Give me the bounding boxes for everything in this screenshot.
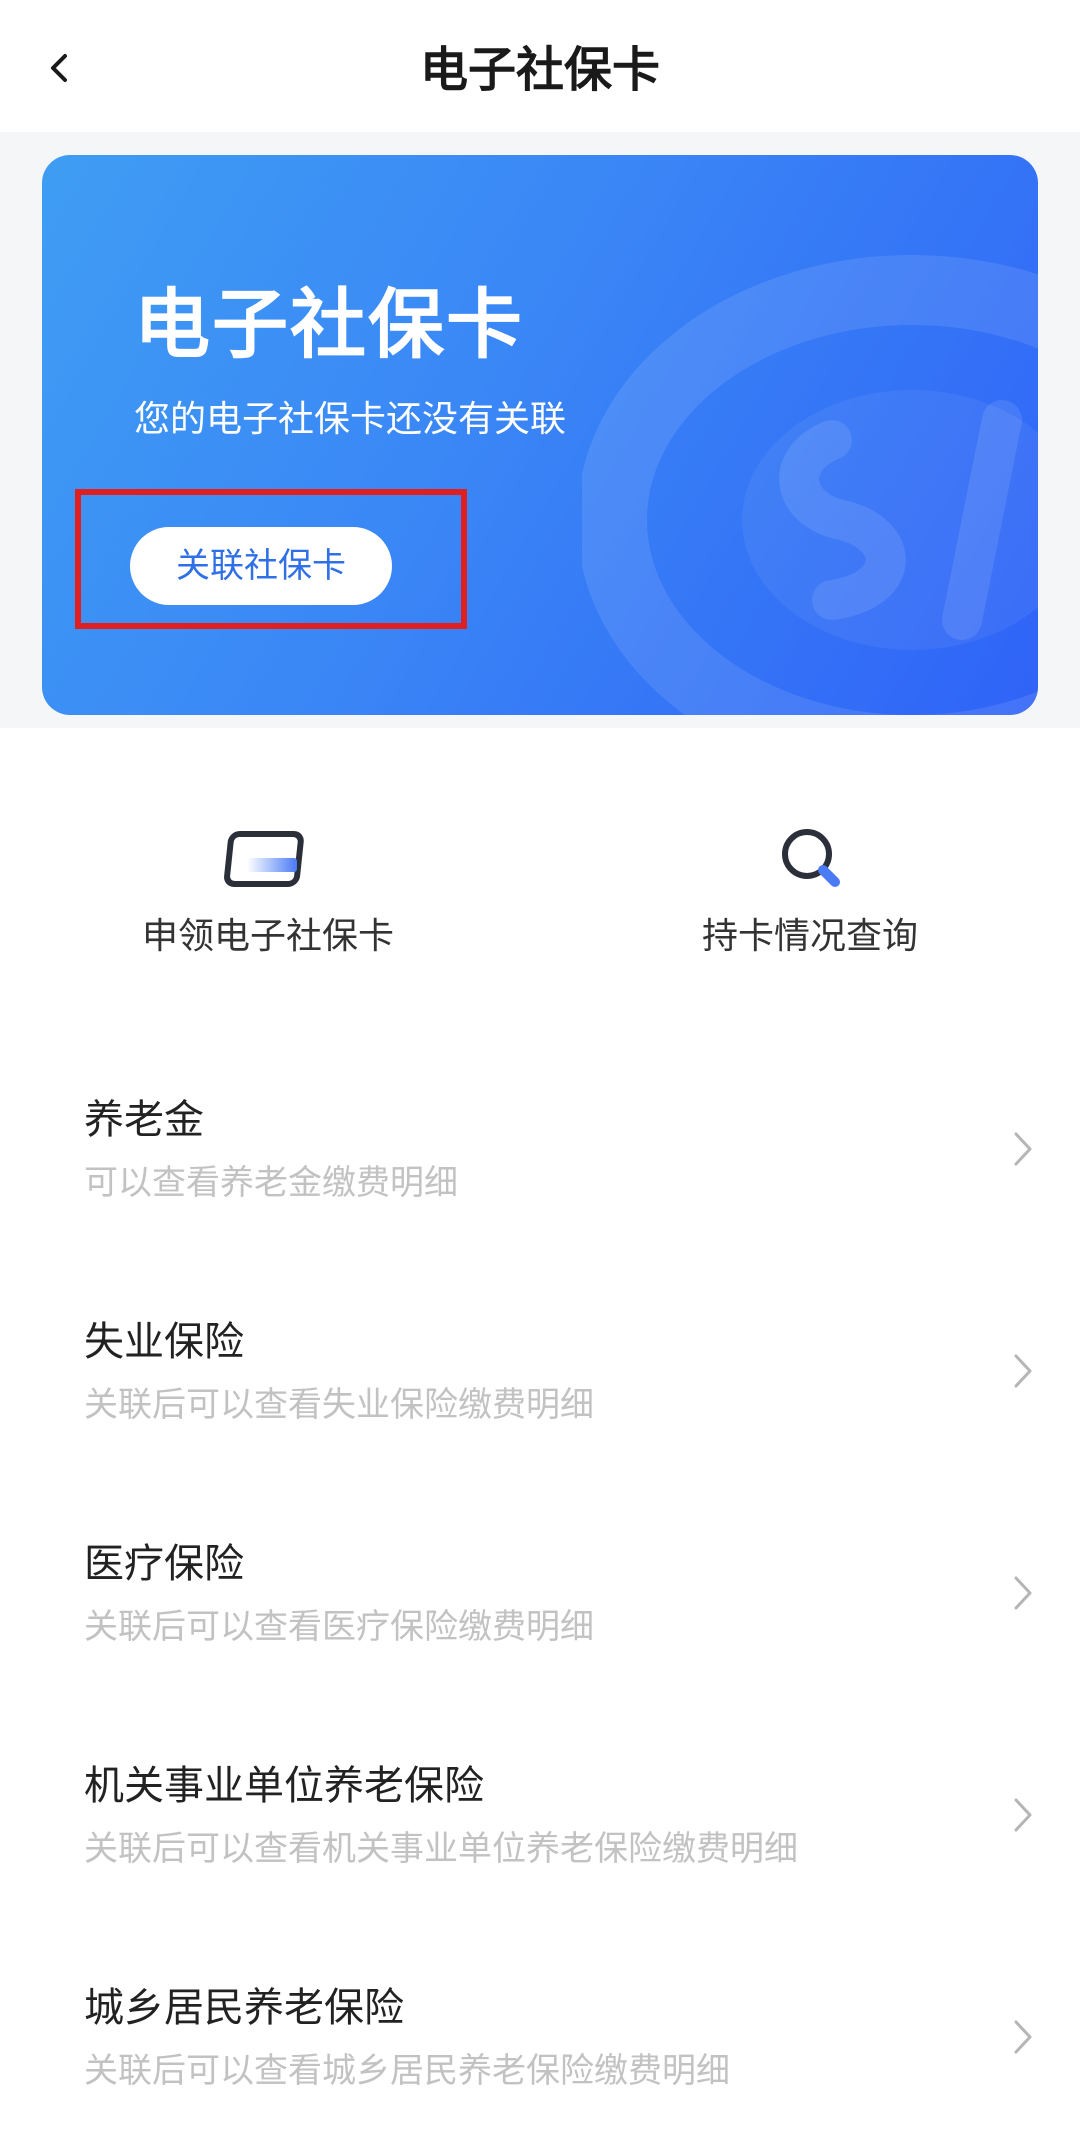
apply-card-action[interactable]: 申领电子社保卡 — [68, 820, 468, 980]
list-item-title: 医疗保险 — [84, 1541, 244, 1587]
quick-actions: 申领电子社保卡 持卡情况查询 — [0, 728, 1080, 1028]
card-title: 电子社保卡 — [134, 280, 524, 369]
list-item-title: 失业保险 — [84, 1319, 244, 1365]
highlight-annotation-box — [75, 489, 467, 629]
list-item-desc: 关联后可以查看失业保险缴费明细 — [84, 1385, 594, 1425]
list-item-pension[interactable]: 养老金 可以查看养老金缴费明细 — [0, 1030, 1080, 1252]
list-item-unemployment-insurance[interactable]: 失业保险 关联后可以查看失业保险缴费明细 — [0, 1252, 1080, 1474]
list-item-resident-pension[interactable]: 城乡居民养老保险 关联后可以查看城乡居民养老保险缴费明细 — [0, 1918, 1080, 2140]
page-title: 电子社保卡 — [419, 42, 660, 98]
chevron-right-icon — [1014, 1576, 1032, 1610]
list-item-desc: 关联后可以查看医疗保险缴费明细 — [84, 1607, 594, 1647]
chevron-right-icon — [1014, 1798, 1032, 1832]
chevron-right-icon — [1014, 1132, 1032, 1166]
chevron-right-icon — [1014, 2020, 1032, 2054]
card-icon — [224, 831, 304, 887]
list-item-desc: 关联后可以查看城乡居民养老保险缴费明细 — [84, 2051, 730, 2091]
list-item-institution-pension[interactable]: 机关事业单位养老保险 关联后可以查看机关事业单位养老保险缴费明细 — [0, 1696, 1080, 1918]
chevron-right-icon — [1014, 1354, 1032, 1388]
apply-card-label: 申领电子社保卡 — [141, 916, 394, 957]
card-status-query-label: 持卡情况查询 — [701, 916, 918, 957]
card-logo-watermark — [582, 255, 1038, 715]
list-item-desc: 可以查看养老金缴费明细 — [84, 1163, 458, 1203]
list-item-desc: 关联后可以查看机关事业单位养老保险缴费明细 — [84, 1829, 798, 1869]
search-icon — [782, 829, 840, 887]
insurance-list: 养老金 可以查看养老金缴费明细 失业保险 关联后可以查看失业保险缴费明细 医疗保… — [0, 1030, 1080, 2140]
list-item-title: 城乡居民养老保险 — [84, 1985, 404, 2031]
social-security-card-banner: 电子社保卡 您的电子社保卡还没有关联 关联社保卡 — [42, 155, 1038, 715]
list-item-title: 机关事业单位养老保险 — [84, 1763, 484, 1809]
card-status-query-action[interactable]: 持卡情况查询 — [610, 820, 1010, 980]
list-item-medical-insurance[interactable]: 医疗保险 关联后可以查看医疗保险缴费明细 — [0, 1474, 1080, 1696]
top-bar: 电子社保卡 — [0, 0, 1080, 132]
list-item-title: 养老金 — [84, 1097, 204, 1143]
card-subtitle: 您的电子社保卡还没有关联 — [134, 399, 567, 440]
